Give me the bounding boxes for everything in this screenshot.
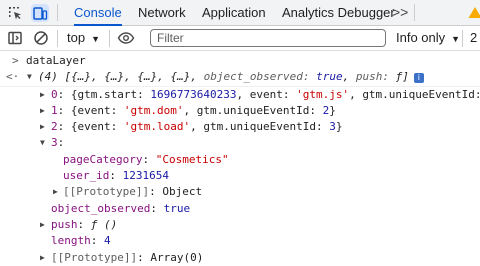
caret-down-icon: ▼ [91,33,100,44]
array-items: [{…}, {…}, {…}, {…}, [64,70,197,84]
result-marker: <· [6,70,20,84]
entry-key: event [77,120,111,134]
toolbar-divider [462,30,463,47]
sidebar-toggle-icon[interactable] [6,29,24,47]
entry-index: 3 [51,136,58,150]
array-entry-1[interactable]: ▶ 1: {event: 'gtm.dom', gtm.uniqueEventI… [0,103,480,119]
devtools-tab-bar: Console Network Application Analytics De… [0,0,480,26]
tabbar-divider [57,4,58,21]
tab-network[interactable]: Network [138,0,186,25]
caret-down-icon: ▼ [451,33,461,44]
toolbar-divider [109,30,110,47]
expand-triangle-icon[interactable]: ▶ [40,119,45,135]
property-value: Object [162,185,203,199]
array-summary: (4) [{…}, {…}, {…}, {…}, object_observed… [38,69,424,85]
entry-key: event [249,87,283,101]
array-entry-0[interactable]: ▶ 0: {gtm.start: 1696773640233, event: '… [0,87,480,103]
entry-value: 'gtm.load' [123,120,191,134]
property-key: [[Prototype]] [63,185,150,199]
entry-key: gtm.uniqueEventId [196,103,310,117]
expand-triangle-icon[interactable]: ▶ [40,250,45,266]
property-key: push [51,217,78,231]
property-key: object_observed [51,201,151,215]
entry-key: event [77,103,111,117]
log-levels-label: Info only [396,30,446,45]
property-user-id[interactable]: user_id: 1231654 [0,168,480,184]
summary-observed-value: true [316,70,343,84]
property-key: user_id [63,169,110,183]
toolbar-divider [57,30,58,47]
console-result-row[interactable]: <· ▼ (4) [{…}, {…}, {…}, {…}, object_obs… [0,69,480,87]
entry-value: 3 [329,120,336,134]
property-value: "Cosmetics" [155,152,229,166]
execution-context-select[interactable]: top ▼ [67,26,100,50]
prompt-chevron: > [12,54,19,67]
property-value: true [163,201,191,215]
expand-triangle-icon[interactable]: ▶ [53,184,58,200]
expand-triangle-icon[interactable]: ▶ [40,217,45,233]
summary-push-key: push [355,70,383,84]
inspect-element-icon[interactable] [6,4,24,22]
property-prototype-object[interactable]: ▶ [[Prototype]]: Object [0,184,480,200]
info-badge-icon[interactable]: i [413,73,424,84]
expand-triangle-icon[interactable]: ▶ [40,87,45,103]
property-page-category[interactable]: pageCategory: "Cosmetics" [0,152,480,168]
property-value: Array(0) [150,250,204,264]
issues-count[interactable]: 2 [470,26,477,50]
tab-application-label: Application [202,5,266,20]
entry-value: 'gtm.dom' [123,103,184,117]
property-value: ƒ () [90,217,118,231]
entry-key: gtm.uniqueEventId [362,87,475,101]
filter-input[interactable] [150,29,386,47]
collapse-triangle-icon[interactable]: ▼ [40,135,45,151]
property-key: [[Prototype]] [51,250,138,264]
clear-console-icon[interactable] [32,29,50,47]
tabbar-divider [414,4,415,21]
tab-network-label: Network [138,5,186,20]
console-toolbar: top ▼ Info only ▼ 2 [0,26,480,51]
property-object-observed[interactable]: object_observed: true [0,201,480,217]
eye-icon[interactable] [117,29,135,47]
warning-icon[interactable] [466,4,480,22]
log-levels-select[interactable]: Info only ▼ [396,26,460,50]
summary-observed-key: object_observed [203,70,303,84]
tab-analytics-debugger[interactable]: Analytics Debugger [282,0,395,25]
property-length[interactable]: length: 4 [0,233,480,249]
tab-console[interactable]: Console [74,0,122,26]
more-tabs-button[interactable]: >> [392,0,408,25]
console-output: > dataLayer <· ▼ (4) [{…}, {…}, {…}, {…}… [0,51,480,266]
array-entry-2[interactable]: ▶ 2: {event: 'gtm.load', gtm.uniqueEvent… [0,119,480,135]
console-input-row: > dataLayer [0,53,480,69]
entry-key: gtm.start [77,87,138,101]
tab-console-label: Console [74,5,122,20]
property-value: 4 [104,234,111,248]
property-key: length [51,234,91,248]
property-value: 1231654 [122,169,169,183]
entry-key: gtm.uniqueEventId [203,120,316,134]
property-key: pageCategory [63,152,143,166]
input-command: dataLayer [26,54,86,67]
expand-triangle-icon[interactable]: ▼ [27,69,32,85]
array-entry-3[interactable]: ▼ 3: [0,135,480,151]
entry-value: 1696773640233 [150,87,237,101]
expand-triangle-icon[interactable]: ▶ [40,103,45,119]
entry-index: 1 [51,103,58,117]
device-toolbar-icon[interactable] [31,4,49,22]
summary-close: ] [402,70,409,84]
property-push[interactable]: ▶ push: ƒ () [0,217,480,233]
execution-context-label: top [67,30,86,45]
entry-index: 0 [51,87,58,101]
array-count: (4) [38,70,58,84]
tab-application[interactable]: Application [202,0,266,25]
tab-analytics-debugger-label: Analytics Debugger [282,5,395,20]
property-prototype-array[interactable]: ▶ [[Prototype]]: Array(0) [0,250,480,266]
entry-value: 'gtm.js' [296,87,350,101]
entry-index: 2 [51,120,58,134]
